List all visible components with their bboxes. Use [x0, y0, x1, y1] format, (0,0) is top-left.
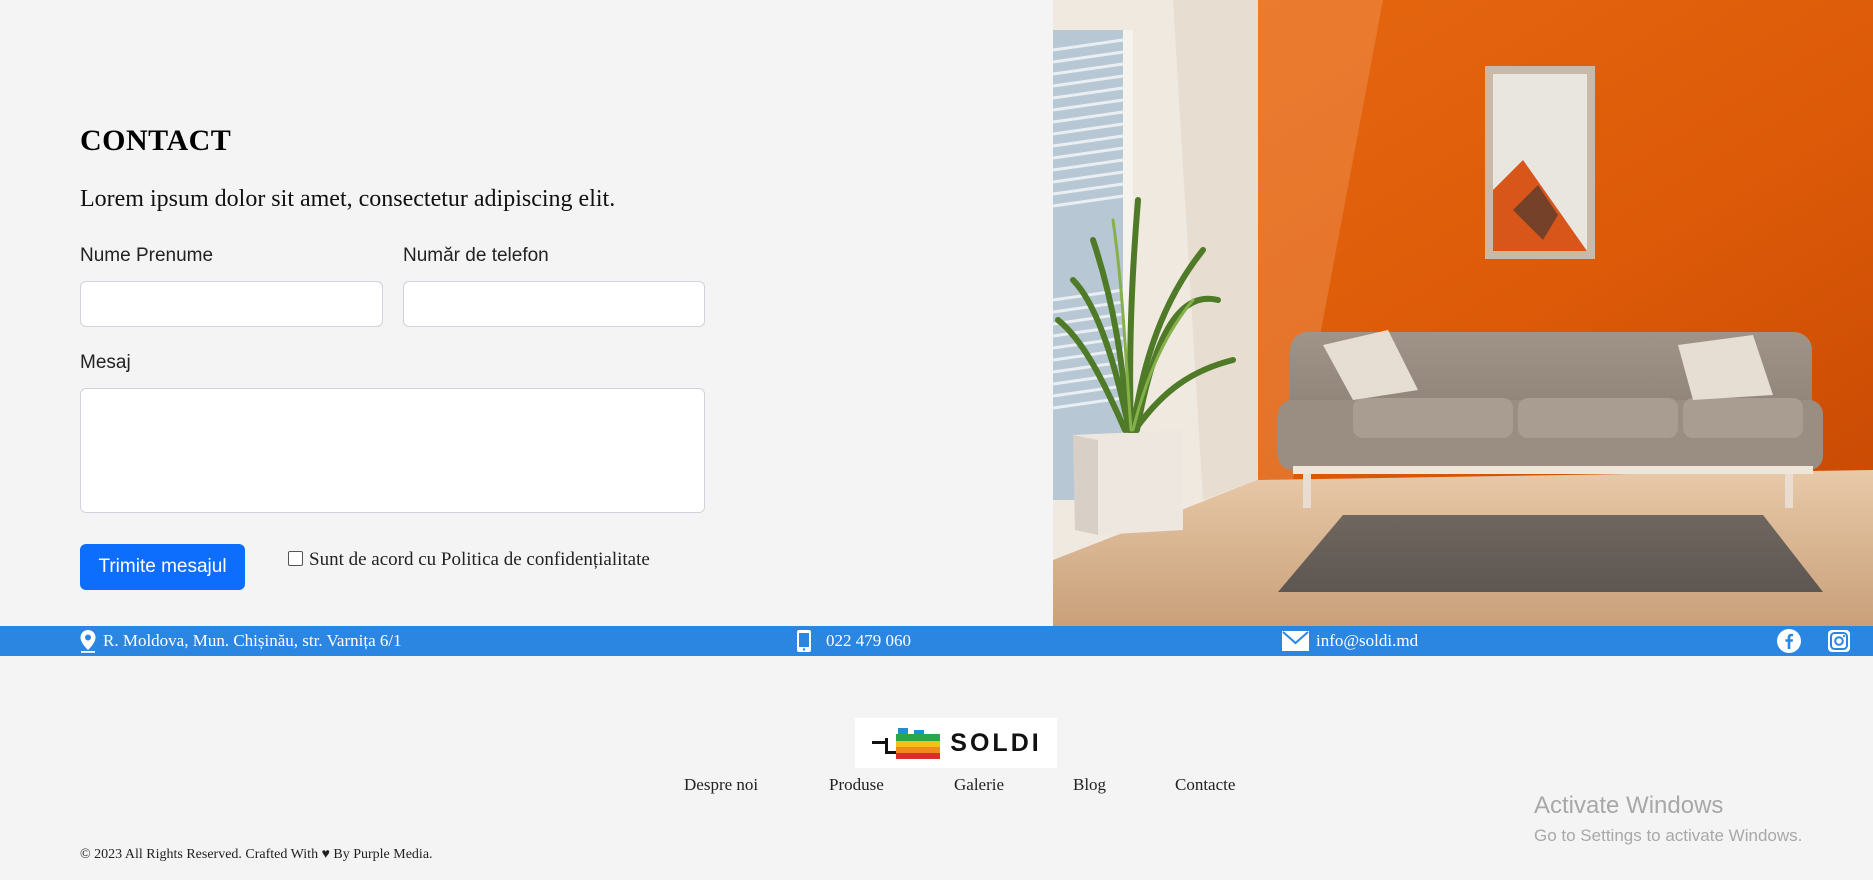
name-label: Nume Prenume	[80, 245, 214, 266]
envelope-icon	[1282, 631, 1309, 651]
footer-link-despre-noi[interactable]: Despre noi	[684, 775, 758, 795]
phone-text[interactable]: 022 479 060	[826, 631, 911, 651]
footer-link-produse[interactable]: Produse	[829, 775, 884, 795]
email-info: info@soldi.md	[1281, 626, 1418, 656]
facebook-icon[interactable]	[1776, 628, 1802, 654]
address-text: R. Moldova, Mun. Chișinău, str. Varnița …	[103, 631, 402, 650]
map-pin-icon	[80, 630, 96, 653]
contact-section: CONTACT Lorem ipsum dolor sit amet, cons…	[0, 0, 1053, 626]
logo-text: SOLDI	[950, 728, 1042, 757]
activate-windows-subtitle: Go to Settings to activate Windows.	[1534, 826, 1803, 845]
address-info: R. Moldova, Mun. Chișinău, str. Varnița …	[79, 626, 402, 656]
email-text[interactable]: info@soldi.md	[1316, 631, 1418, 651]
living-room-image	[1053, 0, 1873, 626]
message-label: Mesaj	[80, 352, 131, 373]
name-input[interactable]	[80, 281, 383, 327]
footer-link-blog[interactable]: Blog	[1073, 775, 1106, 795]
contact-info-bar: R. Moldova, Mun. Chișinău, str. Varnița …	[0, 626, 1873, 656]
privacy-consent-label[interactable]: Sunt de acord cu Politica de confidenția…	[309, 549, 650, 571]
contact-title: CONTACT	[80, 124, 232, 157]
privacy-consent[interactable]: Sunt de acord cu Politica de confidenția…	[288, 549, 650, 571]
facebook-link[interactable]	[1776, 626, 1802, 656]
soldi-logo[interactable]: SOLDI	[855, 718, 1057, 768]
send-message-button[interactable]: Trimite mesajul	[80, 544, 245, 590]
instagram-link[interactable]	[1827, 626, 1851, 656]
privacy-checkbox[interactable]	[288, 550, 303, 566]
phone-info: 022 479 060	[796, 626, 911, 656]
phone-input[interactable]	[403, 281, 705, 327]
phone-label: Număr de telefon	[403, 245, 549, 266]
mobile-phone-icon	[797, 630, 811, 652]
paint-roller-logo-icon	[872, 728, 941, 759]
message-textarea[interactable]	[80, 388, 705, 513]
footer-link-contacte[interactable]: Contacte	[1175, 775, 1235, 795]
instagram-icon[interactable]	[1827, 629, 1851, 653]
footer-link-galerie[interactable]: Galerie	[954, 775, 1004, 795]
copyright-text: © 2023 All Rights Reserved. Crafted With…	[80, 847, 433, 862]
footer: SOLDI Despre noi Produse Galerie Blog Co…	[0, 656, 1873, 880]
living-room-illustration	[1053, 0, 1873, 626]
activate-windows-title: Activate Windows	[1534, 792, 1724, 819]
contact-subtitle: Lorem ipsum dolor sit amet, consectetur …	[80, 186, 616, 212]
